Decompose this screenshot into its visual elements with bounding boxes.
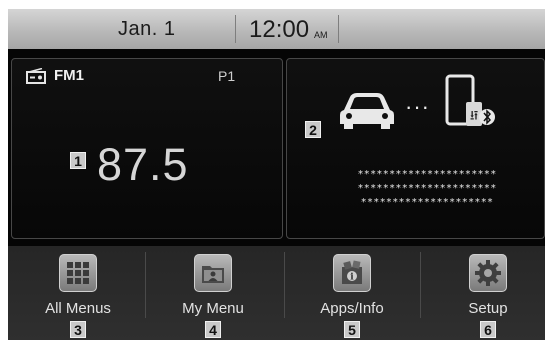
callout-badge-4: 4	[205, 321, 221, 338]
menu-label: All Menus	[45, 300, 111, 317]
head-unit-screen: Jan. 1 12:00 AM FM1 P1 1 87.5 2 ··· ⭿ **…	[8, 9, 545, 340]
clock-display[interactable]: 12:00	[249, 16, 309, 44]
menu-label: Setup	[468, 300, 508, 317]
date-display: Jan. 1	[118, 18, 176, 40]
status-divider	[235, 15, 236, 43]
radio-frequency: 87.5	[97, 139, 189, 190]
callout-badge-6: 6	[480, 321, 496, 338]
status-bar: Jan. 1 12:00 AM	[8, 9, 545, 49]
svg-text:⭿: ⭿	[470, 109, 478, 124]
smartphone-icon: ⭿	[445, 74, 495, 126]
phone-connection-widget[interactable]: 2 ··· ⭿ ********************** *********…	[286, 58, 545, 239]
radio-icon	[26, 68, 46, 84]
masked-line: *********************	[360, 197, 494, 208]
apps-info-icon: i	[333, 254, 371, 292]
menu-all-menus[interactable]: All Menus 3	[11, 246, 145, 340]
svg-text:i: i	[350, 273, 354, 283]
menu-my-menu[interactable]: My Menu 4	[146, 246, 280, 340]
bottom-menu-bar: All Menus 3 My Menu 4 i Apps/Info 5 Setu…	[8, 246, 545, 340]
callout-badge-1: 1	[70, 152, 86, 169]
callout-badge-5: 5	[344, 321, 360, 338]
grid-icon	[59, 254, 97, 292]
radio-preset: P1	[218, 68, 236, 84]
menu-label: Apps/Info	[320, 300, 384, 317]
masked-line: **********************	[357, 169, 497, 180]
menu-label: My Menu	[182, 300, 244, 317]
status-divider	[338, 15, 339, 43]
folder-user-icon	[194, 254, 232, 292]
car-icon	[340, 93, 394, 129]
masked-device-info: ********************** *****************…	[322, 168, 532, 210]
gear-icon	[469, 254, 507, 292]
connection-dots: ···	[405, 94, 430, 119]
am-pm-indicator: AM	[314, 30, 328, 40]
masked-line: **********************	[357, 183, 497, 194]
callout-badge-2: 2	[305, 121, 321, 138]
radio-widget[interactable]: FM1 P1 1 87.5	[11, 58, 283, 239]
menu-apps-info[interactable]: i Apps/Info 5	[285, 246, 419, 340]
menu-setup[interactable]: Setup 6	[421, 246, 545, 340]
callout-badge-3: 3	[70, 321, 86, 338]
radio-band: FM1	[54, 67, 84, 84]
